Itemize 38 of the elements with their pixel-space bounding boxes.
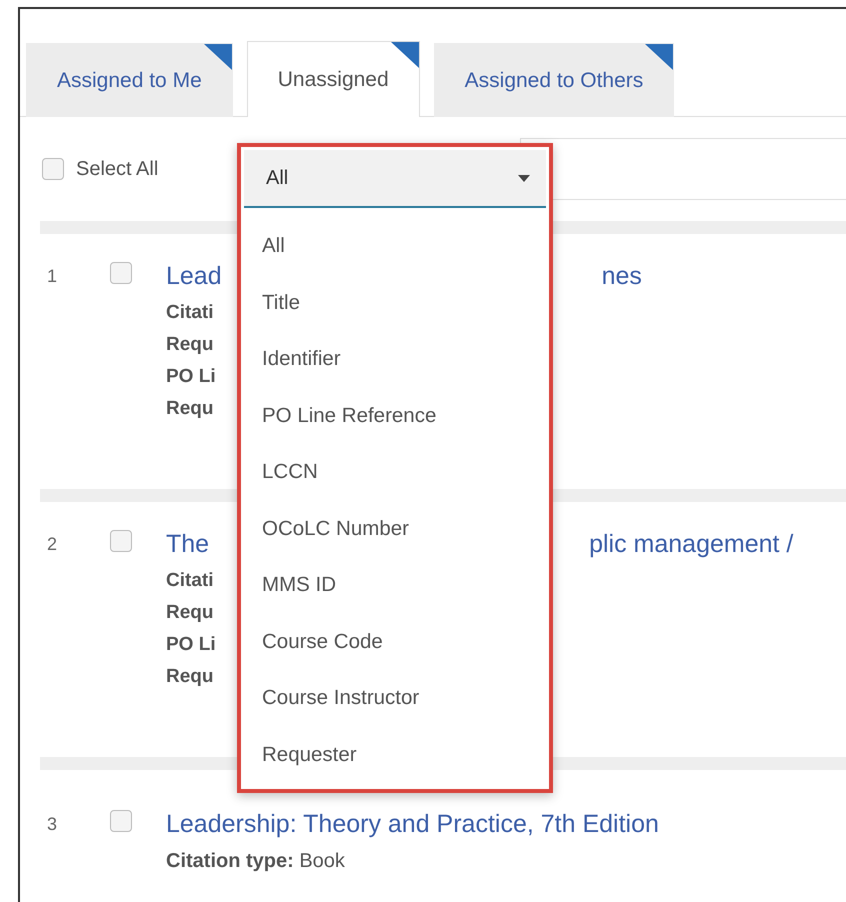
dropdown-option[interactable]: Identifier: [244, 331, 546, 388]
field-label: Citati: [166, 569, 214, 593]
tab[interactable]: Assigned to Me: [26, 43, 233, 117]
field-label: Requ: [166, 397, 214, 421]
field-label: Requ: [166, 333, 214, 357]
dropdown-option[interactable]: PO Line Reference: [244, 388, 546, 444]
result-title[interactable]: The: [166, 530, 210, 559]
citation-field: Citation type: Book: [166, 845, 345, 877]
dropdown-option[interactable]: All: [244, 218, 546, 274]
result-title[interactable]: Lead: [166, 262, 222, 291]
select-all-label: Select All: [76, 158, 158, 180]
dropdown-option[interactable]: Course Instructor: [244, 670, 546, 726]
tab[interactable]: Unassigned: [246, 41, 420, 117]
search-field[interactable]: [520, 138, 846, 200]
checkbox[interactable]: [110, 530, 132, 552]
dropdown-option[interactable]: LCCN: [244, 444, 546, 500]
checkbox[interactable]: [110, 810, 132, 832]
result-title[interactable]: Leadership: Theory and Practice, 7th Edition: [166, 810, 659, 839]
caret-icon: [518, 174, 530, 182]
dropdown-option[interactable]: Course Code: [244, 614, 546, 670]
field-label: Requ: [166, 665, 214, 689]
field-label: Citati: [166, 301, 214, 325]
dropdown-option[interactable]: Title: [244, 274, 546, 331]
row-number: 2: [47, 533, 58, 556]
checkbox[interactable]: [42, 158, 64, 180]
dropdown-option[interactable]: MMS ID: [244, 557, 546, 614]
row-number: 3: [47, 813, 58, 836]
dropdown-option[interactable]: OCoLC Number: [244, 500, 546, 557]
checkbox[interactable]: [110, 262, 132, 284]
field-label: PO Li: [166, 365, 216, 389]
result-title[interactable]: plic management /: [589, 530, 794, 559]
tab[interactable]: Assigned to Others: [434, 43, 674, 117]
field-label: PO Li: [166, 633, 216, 657]
filter-select[interactable]: All: [244, 150, 546, 208]
result-title[interactable]: nes: [602, 262, 642, 291]
row-number: 1: [47, 265, 58, 288]
dropdown-option[interactable]: Requester: [244, 726, 546, 783]
field-label: Requ: [166, 601, 214, 625]
